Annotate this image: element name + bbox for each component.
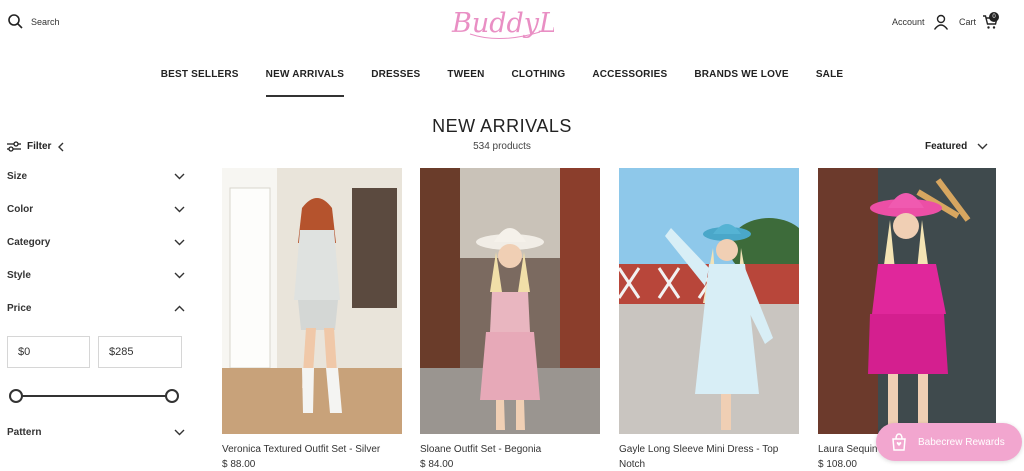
search-button[interactable]: Search	[8, 14, 60, 29]
chevron-down-icon	[174, 206, 185, 213]
nav-brands-we-love[interactable]: BRANDS WE LOVE	[694, 69, 788, 96]
nav-sale[interactable]: SALE	[816, 69, 843, 96]
facet-color[interactable]: Color	[7, 204, 185, 215]
sort-dropdown[interactable]: Featured	[925, 141, 988, 152]
nav-new-arrivals[interactable]: NEW ARRIVALS	[265, 69, 345, 97]
user-icon	[933, 14, 948, 30]
facet-pattern[interactable]: Pattern	[7, 427, 185, 438]
search-icon	[8, 14, 23, 29]
product-image[interactable]	[818, 168, 996, 434]
filter-label: Filter	[27, 141, 52, 152]
chevron-down-icon	[174, 173, 185, 180]
brand-logo[interactable]: BuddyLove	[450, 2, 604, 46]
facet-label: Category	[7, 237, 51, 248]
facet-size[interactable]: Size	[7, 171, 185, 182]
product-name[interactable]: Sloane Outfit Set - Begonia	[420, 443, 600, 456]
rewards-label: Babecrew Rewards	[918, 436, 1005, 448]
nav-accessories[interactable]: ACCESSORIES	[592, 69, 667, 96]
chevron-down-icon	[174, 272, 185, 279]
facet-label: Style	[7, 270, 31, 281]
facet-label: Color	[7, 204, 34, 215]
product-card[interactable]: Veronica Textured Outfit Set - Silver $ …	[222, 168, 402, 471]
product-image[interactable]	[222, 168, 402, 434]
cart-link[interactable]: Cart 0	[959, 12, 999, 30]
price-slider-max-handle[interactable]	[165, 389, 179, 403]
price-min-input[interactable]: $0	[7, 336, 90, 368]
product-image[interactable]	[619, 168, 799, 434]
chevron-down-icon	[174, 239, 185, 246]
product-name[interactable]: Gayle Long Sleeve Mini Dress - Top	[619, 443, 799, 456]
facet-label: Pattern	[7, 427, 42, 438]
cart-label: Cart	[959, 17, 977, 27]
price-max-input[interactable]: $285	[98, 336, 182, 368]
rewards-launcher[interactable]: Babecrew Rewards	[876, 423, 1022, 461]
facet-price[interactable]: Price	[7, 303, 185, 314]
product-name[interactable]: Veronica Textured Outfit Set - Silver	[222, 443, 402, 456]
product-price: $ 84.00	[420, 459, 454, 470]
filter-toggle[interactable]: Filter	[7, 141, 64, 152]
page-title: NEW ARRIVALS	[432, 116, 572, 136]
chevron-left-icon	[58, 142, 64, 151]
price-slider-track	[14, 395, 174, 397]
chevron-down-icon	[174, 429, 185, 436]
account-link[interactable]: Account	[892, 14, 949, 30]
facet-style[interactable]: Style	[7, 270, 185, 281]
main-nav: BEST SELLERS NEW ARRIVALS DRESSES TWEEN …	[0, 69, 1004, 97]
facet-label: Size	[7, 171, 28, 182]
product-name-line2: Notch	[619, 459, 646, 470]
product-card[interactable]: Sloane Outfit Set - Begonia $ 84.00	[420, 168, 600, 471]
product-count: 534 products	[473, 141, 531, 152]
facet-category[interactable]: Category	[7, 237, 185, 248]
account-label: Account	[892, 17, 925, 27]
product-card[interactable]: Gayle Long Sleeve Mini Dress - Top Notch	[619, 168, 799, 471]
nav-tween[interactable]: TWEEN	[447, 69, 484, 96]
nav-dresses[interactable]: DRESSES	[371, 69, 420, 96]
logo-text: BuddyLove	[451, 8, 554, 39]
product-price: $ 88.00	[222, 459, 256, 470]
shopping-bag-icon	[892, 433, 906, 451]
product-image[interactable]	[420, 168, 600, 434]
chevron-up-icon	[174, 305, 185, 312]
nav-clothing[interactable]: CLOTHING	[512, 69, 566, 96]
cart-count-badge: 0	[989, 12, 999, 22]
search-label: Search	[31, 16, 60, 27]
price-slider-min-handle[interactable]	[9, 389, 23, 403]
facet-label: Price	[7, 303, 32, 314]
nav-best-sellers[interactable]: BEST SELLERS	[161, 69, 239, 96]
sort-label: Featured	[925, 141, 968, 152]
chevron-down-icon	[977, 143, 988, 150]
sliders-icon	[7, 141, 21, 152]
